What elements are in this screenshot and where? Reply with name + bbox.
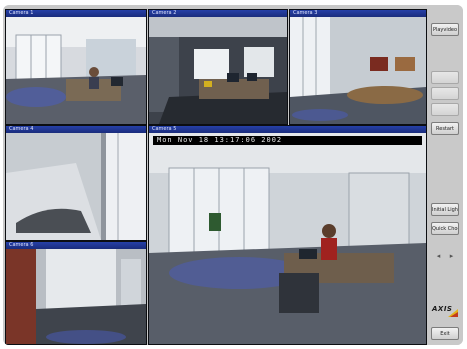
camera-feed-office-left <box>6 17 146 124</box>
camera-view-4[interactable]: Camera 4 <box>5 125 147 241</box>
camera-title-bar: Camera 2 <box>149 10 287 17</box>
next-arrow-icon[interactable]: ▸ <box>446 251 457 261</box>
camera-feed-entrance-door <box>6 133 146 240</box>
restart-button[interactable]: Restart <box>431 122 459 135</box>
surveillance-window: Camera 1 Camera 2 Camera 3 Camera 4 Came… <box>3 5 463 345</box>
camera-feed-main-office <box>149 133 426 344</box>
camera-title-bar: Camera 5 <box>149 126 426 133</box>
camera-title-bar: Camera 6 <box>6 242 146 249</box>
control-panel: Playvideo Restart Initial Light Quick Ch… <box>427 5 463 345</box>
camera-feed-conference-room <box>290 17 426 124</box>
disabled-button-2[interactable] <box>431 87 459 100</box>
camera-view-1[interactable]: Camera 1 <box>5 9 147 125</box>
exit-button[interactable]: Exit <box>431 327 459 340</box>
camera-view-5[interactable]: Camera 5 Mon Nov 18 13:17:06 2002 <box>148 125 427 345</box>
camera-title-bar: Camera 1 <box>6 10 146 17</box>
camera-view-6[interactable]: Camera 6 <box>5 241 147 345</box>
previous-arrow-icon[interactable]: ◂ <box>433 251 444 261</box>
camera-title-bar: Camera 4 <box>6 126 146 133</box>
camera-view-3[interactable]: Camera 3 <box>289 9 427 125</box>
quick-choose-button[interactable]: Quick Choose <box>431 222 459 235</box>
logo-swoosh-icon <box>448 309 458 317</box>
camera-view-2[interactable]: Camera 2 <box>148 9 288 125</box>
initial-light-button[interactable]: Initial Light <box>431 203 459 216</box>
camera-feed-corridor <box>6 249 146 344</box>
timestamp-overlay: Mon Nov 18 13:17:06 2002 <box>153 136 422 145</box>
disabled-button-1[interactable] <box>431 71 459 84</box>
camera-feed-desk-room <box>149 17 287 124</box>
disabled-button-3[interactable] <box>431 103 459 116</box>
axis-logo: AXIS <box>432 305 458 319</box>
play-video-button[interactable]: Playvideo <box>431 23 459 36</box>
camera-title-bar: Camera 3 <box>290 10 426 17</box>
